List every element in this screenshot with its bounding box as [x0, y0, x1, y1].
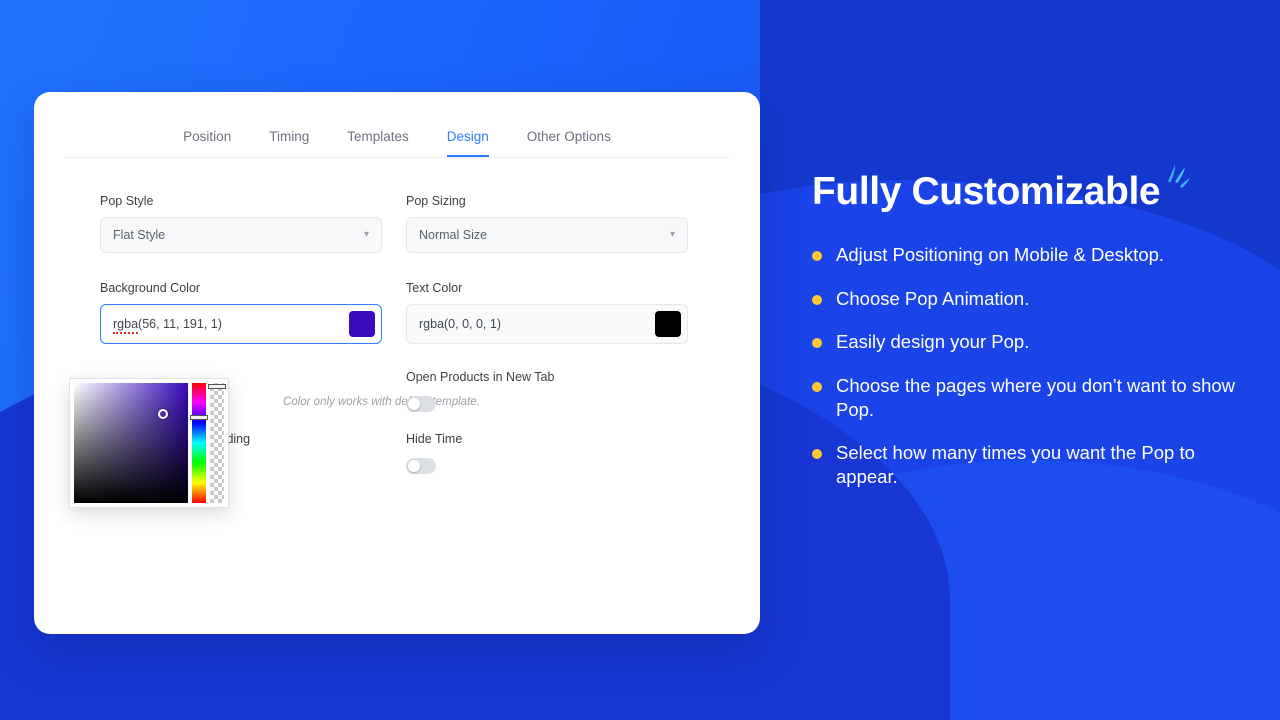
hide-time-label: Hide Time — [406, 432, 463, 446]
toggle-knob — [408, 460, 420, 472]
promo-panel: Fully Customizable Adjust Positioning on… — [812, 165, 1252, 509]
hue-slider[interactable] — [190, 383, 208, 503]
list-item: Select how many times you want the Pop t… — [812, 441, 1252, 488]
settings-card: Position Timing Templates Design Other O… — [34, 92, 760, 634]
text-color-label: Text Color — [406, 281, 463, 295]
pop-style-select[interactable]: Flat Style ▾ — [100, 217, 382, 253]
promo-heading-wrap: Fully Customizable — [812, 165, 1191, 213]
color-hint-text: Color only works with default template. — [283, 396, 480, 408]
field-text-color: Text Color rgba(0, 0, 0, 1) — [406, 281, 688, 344]
row-colors: Background Color rgba(56, 11, 191, 1) Te… — [100, 281, 694, 344]
text-color-value: rgba(0, 0, 0, 1) — [419, 317, 501, 331]
toggle-knob — [408, 398, 420, 410]
background-color-input[interactable]: rgba(56, 11, 191, 1) — [100, 304, 382, 344]
bullet-text: Easily design your Pop. — [836, 331, 1030, 353]
pop-sizing-value: Normal Size — [419, 228, 488, 242]
pop-sizing-select[interactable]: Normal Size ▾ — [406, 217, 688, 253]
saturation-value-area[interactable] — [74, 383, 188, 503]
bullet-text: Select how many times you want the Pop t… — [836, 442, 1195, 487]
pop-style-label: Pop Style — [100, 194, 154, 208]
promo-bullet-list: Adjust Positioning on Mobile & Desktop. … — [812, 243, 1252, 489]
tab-position[interactable]: Position — [183, 129, 231, 157]
background-color-value-rest: (56, 11, 191, 1) — [138, 317, 222, 331]
text-color-input[interactable]: rgba(0, 0, 0, 1) — [406, 304, 688, 344]
pop-style-value: Flat Style — [113, 228, 166, 242]
bullet-text: Choose Pop Animation. — [836, 287, 1030, 309]
chevron-down-icon: ▾ — [363, 229, 369, 240]
promo-heading: Fully Customizable — [812, 170, 1161, 213]
chevron-down-icon: ▾ — [669, 229, 675, 240]
saturation-value-knob[interactable] — [157, 409, 168, 420]
tab-design[interactable]: Design — [446, 129, 489, 157]
background-color-value: rgba(56, 11, 191, 1) — [113, 317, 349, 334]
open-products-toggle[interactable] — [406, 396, 436, 412]
field-background-color: Background Color rgba(56, 11, 191, 1) — [100, 281, 382, 344]
field-pop-sizing: Pop Sizing Normal Size ▾ — [406, 194, 688, 253]
tab-timing[interactable]: Timing — [269, 129, 309, 157]
color-picker-popover[interactable] — [69, 378, 229, 508]
list-item: Choose the pages where you don’t want to… — [812, 374, 1252, 421]
open-products-label: Open Products in New Tab — [406, 370, 555, 384]
alpha-slider-knob[interactable] — [208, 384, 226, 389]
hue-slider-knob[interactable] — [190, 415, 208, 421]
bullet-dot-icon — [812, 381, 822, 392]
text-color-swatch[interactable] — [655, 311, 681, 337]
field-hide-time: Hide Time — [406, 432, 688, 474]
sparkle-icon — [1168, 165, 1191, 188]
tab-templates[interactable]: Templates — [347, 129, 409, 157]
bullet-dot-icon — [812, 294, 822, 305]
design-panel: Pop Style Flat Style ▾ Pop Sizing Normal… — [34, 158, 760, 508]
background-color-label: Background Color — [100, 281, 201, 295]
list-item: Adjust Positioning on Mobile & Desktop. — [812, 243, 1252, 267]
tab-bar: Position Timing Templates Design Other O… — [64, 92, 730, 158]
hide-time-toggle[interactable] — [406, 458, 436, 474]
bullet-text: Choose the pages where you don’t want to… — [836, 374, 1236, 420]
pop-sizing-label: Pop Sizing — [406, 194, 466, 208]
list-item: Choose Pop Animation. — [812, 287, 1252, 311]
row-style-sizing: Pop Style Flat Style ▾ Pop Sizing Normal… — [100, 194, 694, 253]
alpha-slider[interactable] — [208, 383, 226, 503]
field-pop-style: Pop Style Flat Style ▾ — [100, 194, 382, 253]
bullet-dot-icon — [812, 449, 822, 460]
bullet-dot-icon — [812, 250, 822, 261]
spellcheck-underline: rgba — [113, 317, 139, 334]
bullet-dot-icon — [812, 338, 822, 349]
tab-other-options[interactable]: Other Options — [527, 129, 611, 157]
background-color-swatch[interactable] — [349, 311, 375, 337]
list-item: Easily design your Pop. — [812, 330, 1252, 354]
bullet-text: Adjust Positioning on Mobile & Desktop. — [836, 243, 1165, 265]
